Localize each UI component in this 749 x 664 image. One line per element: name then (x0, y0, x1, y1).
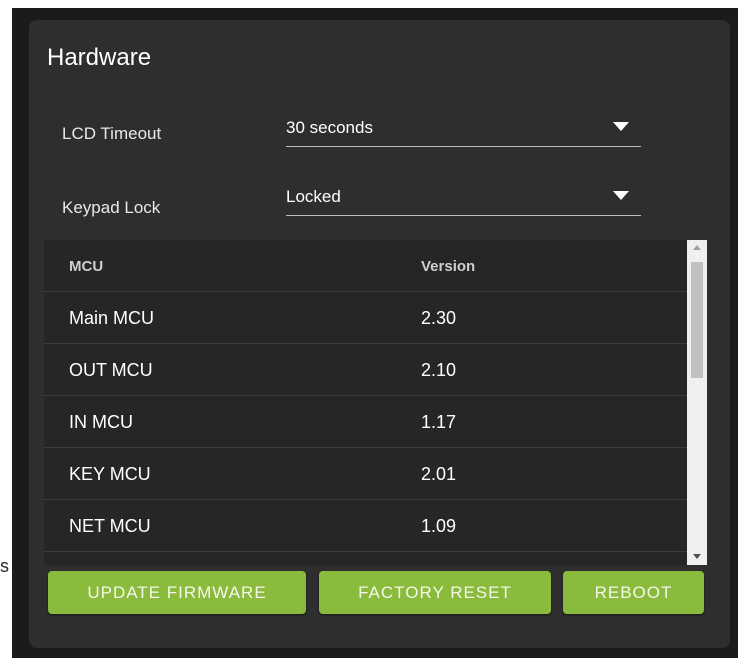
mcu-version: 1.17 (421, 412, 457, 432)
mcu-version: 2.10 (421, 360, 457, 380)
scrollbar-thumb[interactable] (691, 262, 703, 378)
reboot-button[interactable]: REBOOT (563, 571, 704, 614)
mcu-name: NET MCU (69, 516, 151, 536)
scroll-up-arrow-icon[interactable] (693, 245, 701, 250)
mcu-name: IN MCU (69, 412, 133, 432)
table-scrollbar[interactable] (687, 240, 707, 565)
lcd-timeout-label: LCD Timeout (62, 124, 162, 143)
table-row: NET MCU 1.09 (44, 500, 687, 552)
column-header-mcu: MCU (69, 258, 104, 275)
hardware-panel: Hardware LCD Timeout 30 seconds Keypad L… (29, 20, 730, 648)
mcu-version: 1.09 (421, 516, 457, 536)
table-row: IN MCU 1.17 (44, 396, 687, 448)
panel-title: Hardware (47, 44, 152, 71)
mcu-name: KEY MCU (69, 464, 151, 484)
cropped-edge-text: s (0, 556, 9, 576)
column-header-version: Version (421, 258, 476, 275)
scroll-down-arrow-icon[interactable] (693, 554, 701, 559)
keypad-lock-value: Locked (286, 187, 341, 206)
update-firmware-button[interactable]: UPDATE FIRMWARE (48, 571, 306, 614)
dropdown-caret-icon (613, 122, 629, 131)
factory-reset-button[interactable]: FACTORY RESET (319, 571, 551, 614)
table-row: Main MCU 2.30 (44, 292, 687, 344)
mcu-name: Main MCU (69, 308, 155, 328)
mcu-version: 2.01 (421, 464, 457, 484)
keypad-lock-label: Keypad Lock (62, 198, 161, 217)
keypad-lock-select[interactable]: Locked (286, 185, 641, 216)
mcu-version: 2.30 (421, 308, 457, 328)
table-body: Main MCU 2.30 OUT MCU 2.10 IN MCU 1.17 K… (44, 292, 687, 552)
table-row: KEY MCU 2.01 (44, 448, 687, 500)
mcu-version-table: MCU Version Main MCU 2.30 OUT MCU 2.10 I… (44, 240, 707, 565)
lcd-timeout-select[interactable]: 30 seconds (286, 116, 641, 147)
table-header: MCU Version (44, 240, 687, 292)
mcu-name: OUT MCU (69, 360, 153, 380)
lcd-timeout-value: 30 seconds (286, 118, 373, 137)
table-row: OUT MCU 2.10 (44, 344, 687, 396)
dropdown-caret-icon (613, 191, 629, 200)
